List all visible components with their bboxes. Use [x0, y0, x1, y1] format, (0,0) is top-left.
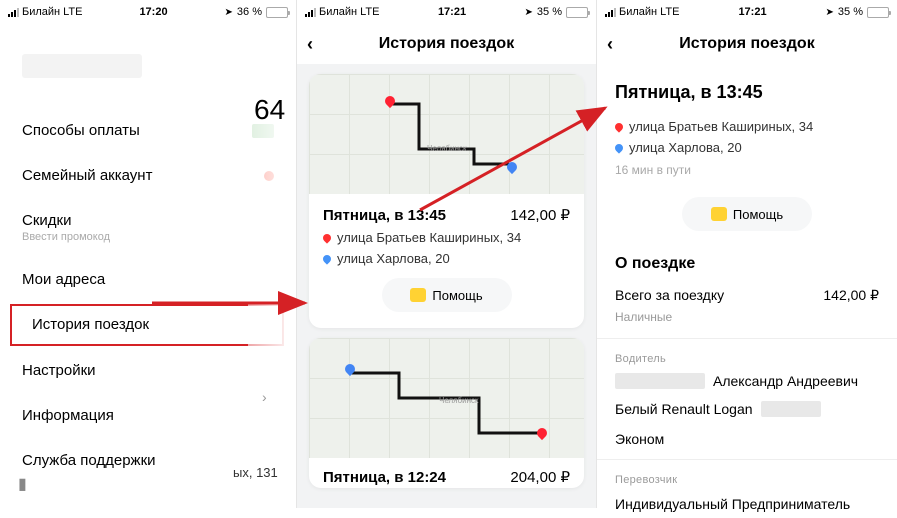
total-label: Всего за поездку — [615, 287, 724, 304]
trip-heading: Пятница, в 13:45 — [597, 64, 897, 113]
origin-dot-icon — [321, 232, 332, 243]
back-button[interactable]: ‹ — [307, 34, 313, 55]
trip-price: 142,00 ₽ — [510, 206, 570, 224]
trip-duration: 16 мин в пути — [597, 155, 897, 181]
status-bar: Билайн LTE 17:21 ➤ 35 % — [597, 0, 897, 24]
battery-icon — [566, 7, 588, 18]
dest-dot-icon — [321, 253, 332, 264]
redacted-plate — [761, 401, 821, 417]
screen-history-list: Билайн LTE 17:21 ➤ 35 % ‹ История поездо… — [297, 0, 597, 508]
help-button[interactable]: Помощь — [682, 197, 812, 231]
signal-icon — [605, 8, 616, 17]
carrier-label: Билайн — [319, 6, 357, 18]
profile-placeholder — [22, 54, 142, 78]
trip-map: Челябинск — [309, 338, 584, 458]
location-icon: ➤ — [826, 7, 834, 18]
menu-support-label: Служба поддержки — [22, 452, 156, 469]
battery-pct: 36 % — [237, 6, 262, 18]
payment-method: Наличные — [597, 310, 897, 332]
menu-family-label: Семейный аккаунт — [22, 167, 152, 184]
signal-icon — [8, 8, 19, 17]
total-row: Всего за поездку 142,00 ₽ — [597, 281, 897, 310]
page-title: История поездок — [679, 35, 814, 53]
map-city-label: Челябинск — [439, 396, 478, 405]
driver-section-label: Водитель — [597, 345, 897, 369]
map-peek: 64 › ых, 131 — [248, 24, 296, 508]
trip-from-text: улица Братьев Кашириных, 34 — [629, 119, 813, 134]
location-icon: ➤ — [225, 7, 233, 18]
trip-card[interactable]: Челябинск Пятница, в 13:45 142,00 ₽ улиц… — [309, 74, 584, 328]
divider — [597, 338, 897, 339]
carrier-section-label: Перевозчик — [597, 466, 897, 490]
divider — [597, 459, 897, 460]
redacted-surname — [615, 373, 705, 389]
car-model: Белый Renault Logan — [615, 401, 753, 417]
about-heading: О поездке — [597, 239, 897, 281]
driver-name-row: Александр Андреевич — [597, 369, 897, 393]
peek-number: 64 — [254, 94, 285, 126]
signal-icon — [305, 8, 316, 17]
battery-pct: 35 % — [838, 6, 863, 18]
page-title: История поездок — [379, 35, 514, 53]
help-button[interactable]: Помощь — [382, 278, 512, 312]
trip-to-text: улица Харлова, 20 — [629, 140, 742, 155]
network-label: LTE — [660, 6, 679, 18]
peek-address: ых, 131 — [233, 465, 278, 480]
trip-to: улица Харлова, 20 — [597, 140, 897, 155]
status-bar: Билайн LTE 17:21 ➤ 35 % — [297, 0, 596, 24]
carrier-row: Индивидуальный Предприниматель — [597, 490, 897, 518]
network-label: LTE — [360, 6, 379, 18]
carrier-label: Билайн — [22, 6, 60, 18]
menu-payment-label: Способы оплаты — [22, 122, 140, 139]
help-label: Помощь — [733, 207, 783, 222]
location-icon: ➤ — [525, 7, 533, 18]
origin-dot-icon — [613, 121, 624, 132]
chat-icon — [410, 288, 426, 302]
trip-price: 204,00 ₽ — [510, 468, 570, 486]
battery-icon — [867, 7, 889, 18]
chat-icon — [711, 207, 727, 221]
menu-addresses-label: Мои адреса — [22, 271, 105, 288]
trip-to-text: улица Харлова, 20 — [337, 251, 450, 266]
map-city-label: Челябинск — [427, 144, 466, 153]
trip-datetime: Пятница, в 13:45 — [323, 207, 446, 224]
network-label: LTE — [63, 6, 82, 18]
trip-from: улица Братьев Кашириных, 34 — [597, 119, 897, 134]
trip-from-text: улица Братьев Кашириных, 34 — [337, 230, 521, 245]
trip-from: улица Братьев Кашириных, 34 — [323, 230, 570, 245]
status-bar: Билайн LTE 17:20 ➤ 36 % — [0, 0, 296, 24]
battery-icon — [266, 7, 288, 18]
battery-pct: 35 % — [537, 6, 562, 18]
bookmark-icon[interactable]: ▮ — [18, 474, 27, 494]
back-button[interactable]: ‹ — [607, 34, 613, 55]
car-row: Белый Renault Logan — [597, 393, 897, 425]
menu-history-label: История поездок — [32, 316, 149, 333]
route-line — [379, 94, 519, 174]
total-value: 142,00 ₽ — [823, 287, 879, 304]
menu-discounts-sub: Ввести промокод — [22, 231, 110, 243]
navbar: ‹ История поездок — [297, 24, 596, 64]
menu-history-highlighted[interactable]: История поездок — [10, 304, 284, 346]
trip-to: улица Харлова, 20 — [323, 251, 570, 266]
menu-discounts-label: Скидки — [22, 212, 110, 229]
trip-datetime: Пятница, в 12:24 — [323, 469, 446, 486]
screen-menu: Билайн LTE 17:20 ➤ 36 % Способы оплаты С… — [0, 0, 297, 508]
tariff-row: Эконом — [597, 425, 897, 453]
help-label: Помощь — [432, 288, 482, 303]
trip-map: Челябинск — [309, 74, 584, 194]
clock: 17:21 — [438, 6, 466, 18]
screen-trip-detail: Билайн LTE 17:21 ➤ 35 % ‹ История поездо… — [597, 0, 897, 508]
clock: 17:20 — [139, 6, 167, 18]
trip-card[interactable]: Челябинск Пятница, в 12:24 204,00 ₽ — [309, 338, 584, 488]
clock: 17:21 — [738, 6, 766, 18]
navbar: ‹ История поездок — [597, 24, 897, 64]
menu-settings-label: Настройки — [22, 362, 96, 379]
chevron-right-icon: › — [262, 389, 267, 405]
dest-dot-icon — [613, 142, 624, 153]
carrier-label: Билайн — [619, 6, 657, 18]
menu-info-label: Информация — [22, 407, 114, 424]
driver-name: Александр Андреевич — [713, 373, 858, 389]
